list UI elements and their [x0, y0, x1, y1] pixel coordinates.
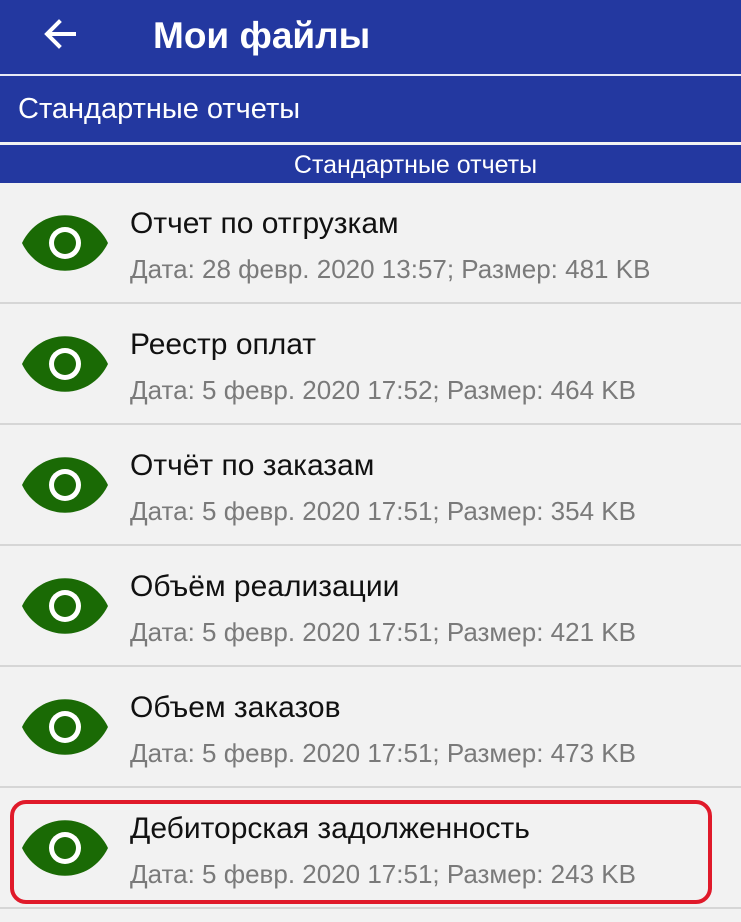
- eye-icon: [22, 336, 108, 392]
- file-meta: Дата: 5 февр. 2020 17:51; Размер: 473 KB: [130, 738, 636, 768]
- file-meta: Дата: 5 февр. 2020 17:51; Размер: 243 KB: [130, 859, 636, 889]
- list-item[interactable]: Объем заказов Дата: 5 февр. 2020 17:51; …: [0, 667, 741, 788]
- eye-icon: [22, 820, 108, 876]
- app-screen: Мои файлы Стандартные отчеты Стандартные…: [0, 0, 741, 922]
- file-meta: Дата: 5 февр. 2020 17:51; Размер: 421 KB: [130, 617, 636, 647]
- list-item[interactable]: Объём реализации Дата: 5 февр. 2020 17:5…: [0, 546, 741, 667]
- file-title: Объём реализации: [130, 570, 400, 603]
- back-button[interactable]: [36, 10, 84, 58]
- eye-icon: [22, 699, 108, 755]
- eye-icon: [22, 457, 108, 513]
- list-item[interactable]: Отчёт по заказам Дата: 5 февр. 2020 17:5…: [0, 425, 741, 546]
- section-bar: Стандартные отчеты: [0, 76, 741, 142]
- file-meta: Дата: 5 февр. 2020 17:52; Размер: 464 KB: [130, 375, 636, 405]
- file-meta: Дата: 5 февр. 2020 17:51; Размер: 354 KB: [130, 496, 636, 526]
- file-title: Реестр оплат: [130, 328, 317, 361]
- page-title: Мои файлы: [153, 15, 371, 56]
- list-item[interactable]: Отчет по отгрузкам Дата: 28 февр. 2020 1…: [0, 183, 741, 304]
- file-title: Отчет по отгрузкам: [130, 207, 399, 240]
- eye-icon: [22, 578, 108, 634]
- file-title: Дебиторская задолженность: [130, 812, 530, 845]
- file-meta: Дата: 28 февр. 2020 13:57; Размер: 481 K…: [130, 254, 651, 284]
- arrow-left-icon: [44, 19, 76, 49]
- file-list: Отчет по отгрузкам Дата: 28 февр. 2020 1…: [0, 183, 741, 909]
- list-item[interactable]: Дебиторская задолженность Дата: 5 февр. …: [0, 788, 741, 909]
- list-item[interactable]: Реестр оплат Дата: 5 февр. 2020 17:52; Р…: [0, 304, 741, 425]
- group-header-label: Стандартные отчеты: [293, 151, 538, 179]
- eye-icon: [22, 215, 108, 271]
- file-title: Объем заказов: [130, 691, 341, 724]
- section-label: Стандартные отчеты: [18, 93, 301, 125]
- file-title: Отчёт по заказам: [130, 449, 375, 482]
- app-bar: Мои файлы: [0, 0, 741, 74]
- group-header: Стандартные отчеты: [0, 145, 741, 183]
